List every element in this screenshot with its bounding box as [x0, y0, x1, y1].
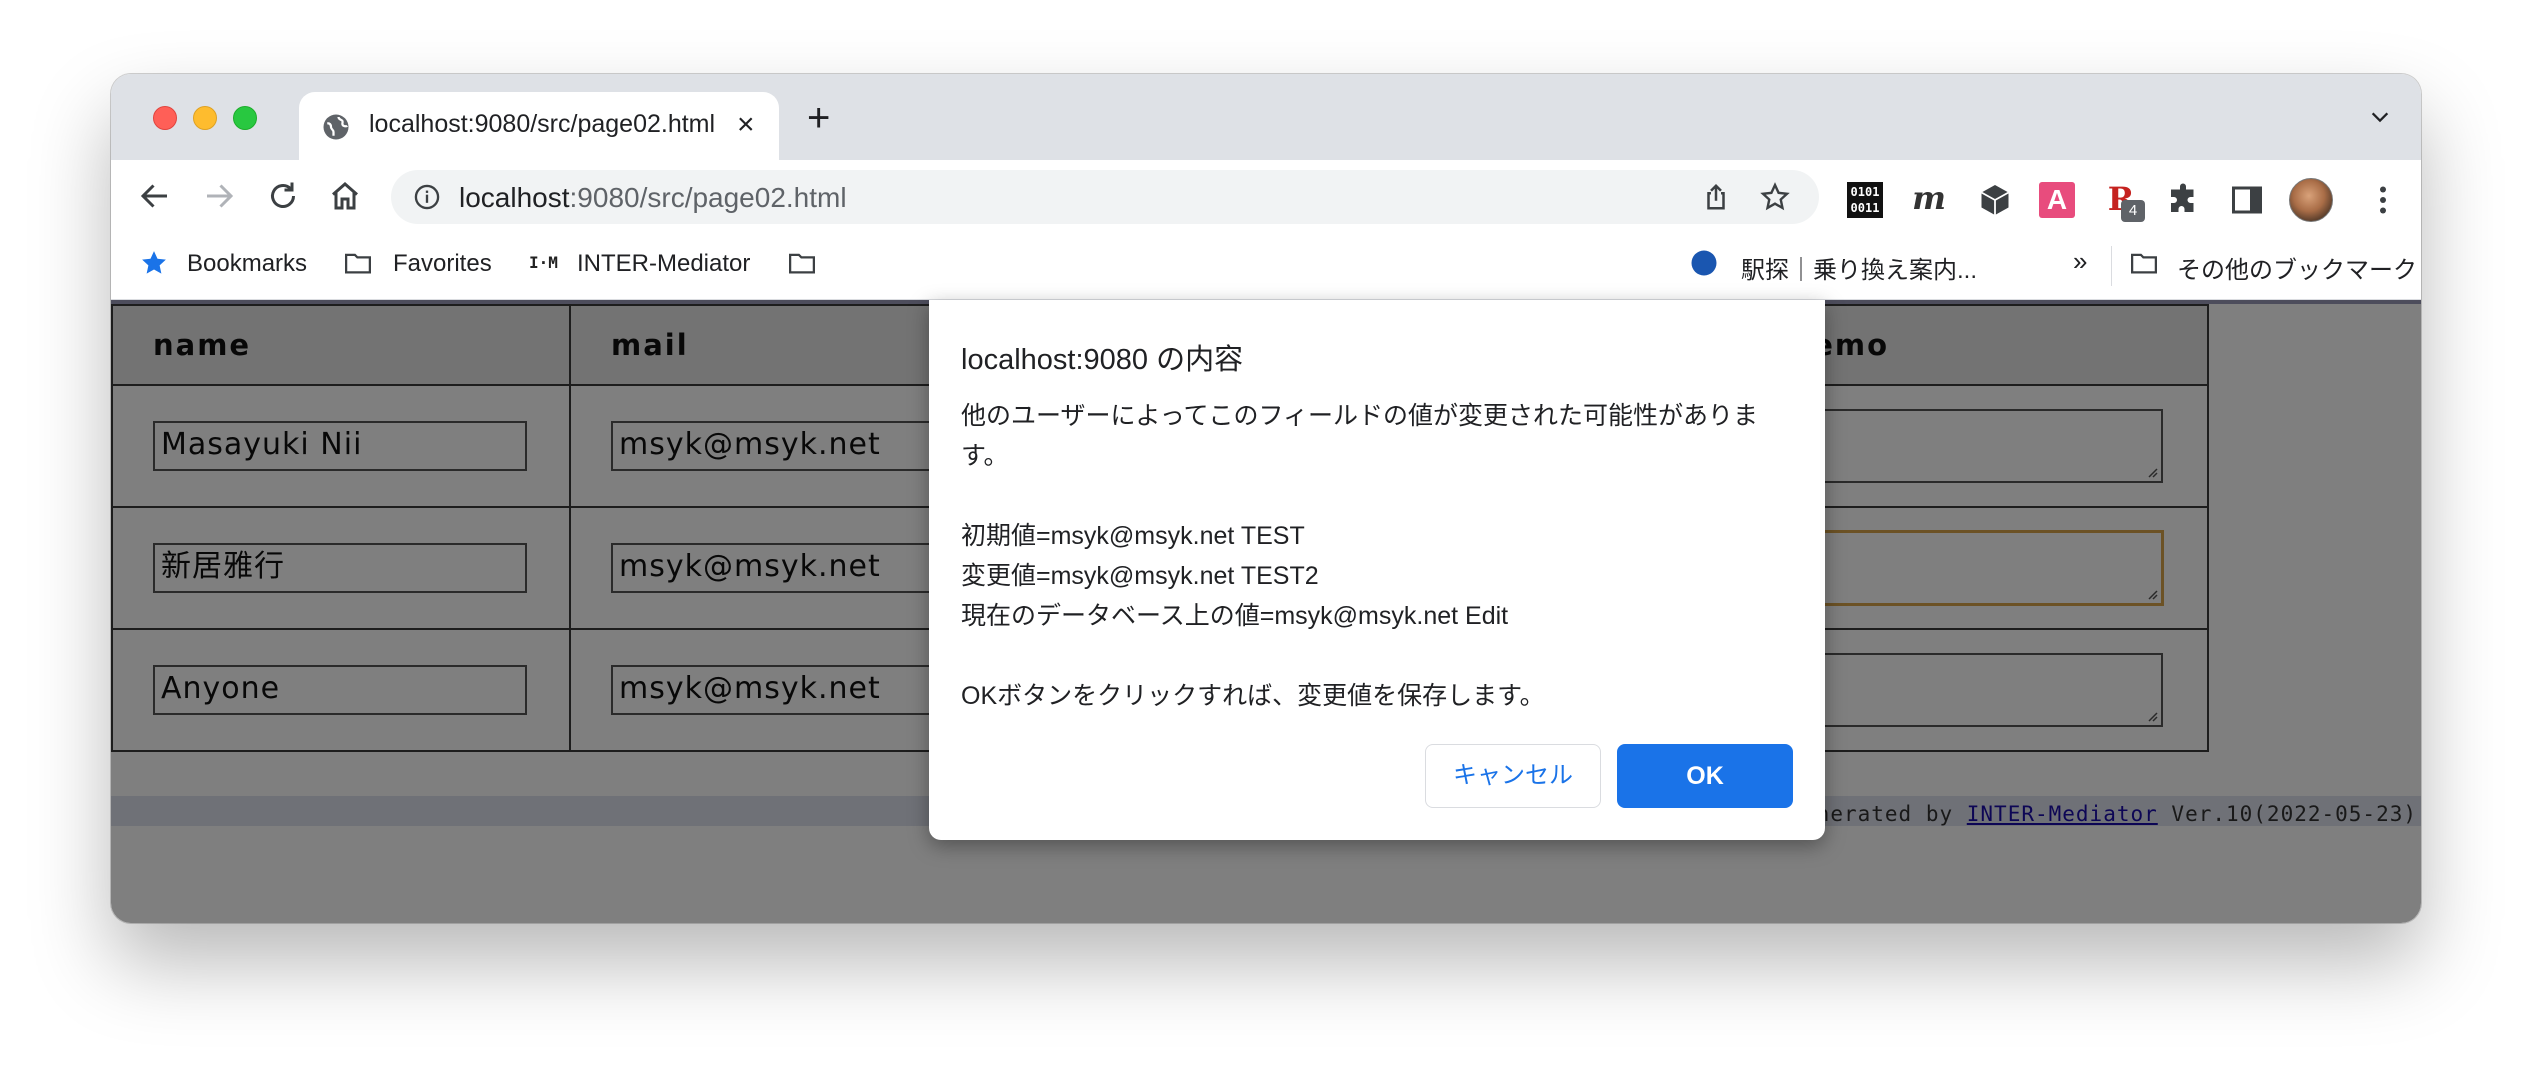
maximize-window-button[interactable]: [233, 106, 257, 130]
bookmark-star-icon[interactable]: [1759, 181, 1791, 213]
dialog-message-line: OKボタンをクリックすれば、変更値を保存します。: [961, 682, 1545, 710]
forward-arrow-icon[interactable]: [201, 178, 237, 214]
bookmarks-overflow-button[interactable]: »: [2073, 246, 2087, 277]
bookmark-item-ekitan[interactable]: 駅探｜乗り換え案内...: [1741, 250, 1977, 285]
bookmark-item-inter-mediator[interactable]: INTER-Mediator: [577, 250, 750, 278]
tab-search-chevron-icon[interactable]: [2369, 106, 2391, 128]
close-window-button[interactable]: [153, 106, 177, 130]
site-info-icon[interactable]: [413, 183, 441, 211]
tab-close-icon[interactable]: ×: [737, 108, 755, 142]
browser-tab[interactable]: localhost:9080/src/page02.html ×: [299, 92, 779, 160]
tab-title: localhost:9080/src/page02.html: [369, 110, 716, 138]
url-text: localhost:9080/src/page02.html: [459, 182, 847, 213]
new-tab-button[interactable]: +: [807, 96, 830, 141]
bookmark-item-favorites[interactable]: Favorites: [393, 250, 492, 278]
dialog-title: localhost:9080 の内容: [961, 344, 1244, 376]
share-icon[interactable]: [1701, 182, 1731, 212]
inter-mediator-logo-icon: I·M: [529, 253, 558, 272]
browser-window: localhost:9080/src/page02.html × + local…: [111, 74, 2421, 923]
a-extension-icon[interactable]: A: [2039, 182, 2075, 218]
extensions-puzzle-icon[interactable]: [2165, 182, 2201, 218]
dialog-message-line: 現在のデータベース上の値=msyk@msyk.net Edit: [961, 602, 1509, 630]
ekitan-icon: [1691, 250, 1717, 276]
bookmark-item-bookmarks[interactable]: Bookmarks: [187, 250, 307, 278]
folder-icon: [789, 253, 815, 274]
confirm-dialog: localhost:9080 の内容 他のユーザーによってこのフィールドの値が変…: [929, 300, 1825, 840]
minimize-window-button[interactable]: [193, 106, 217, 130]
address-bar[interactable]: localhost:9080/src/page02.html: [391, 170, 1819, 224]
more-menu-icon[interactable]: [2365, 182, 2401, 218]
profile-avatar[interactable]: [2289, 178, 2333, 222]
cancel-button[interactable]: キャンセル: [1425, 744, 1601, 808]
cube-extension-icon[interactable]: [1977, 182, 2013, 218]
star-icon: [142, 251, 166, 274]
folder-icon: [345, 253, 371, 274]
folder-icon: [2131, 253, 2157, 274]
bookmarks-bar: Bookmarks Favorites I·M INTER-Mediator 駅…: [111, 232, 2421, 300]
bookmarks-separator: [2111, 246, 2112, 286]
dialog-message: 他のユーザーによってこのフィールドの値が変更された可能性があります。 初期値=m…: [961, 396, 1801, 716]
reload-icon[interactable]: [265, 178, 301, 214]
side-panel-icon[interactable]: [2229, 182, 2265, 218]
tab-strip: localhost:9080/src/page02.html × +: [111, 74, 2421, 160]
extension-badge: 4: [2121, 200, 2145, 222]
dialog-message-line: 初期値=msyk@msyk.net TEST: [961, 522, 1305, 550]
dialog-message-line: 他のユーザーによってこのフィールドの値が変更された可能性があります。: [961, 402, 1759, 470]
r-extension-icon[interactable]: R4: [2103, 182, 2145, 222]
home-icon[interactable]: [327, 178, 363, 214]
m-extension-icon[interactable]: m: [1911, 182, 1947, 218]
back-arrow-icon[interactable]: [137, 178, 173, 214]
bookmark-item-other[interactable]: その他のブックマーク: [2177, 250, 2417, 285]
dialog-message-line: 変更値=msyk@msyk.net TEST2: [961, 562, 1319, 590]
ok-button[interactable]: OK: [1617, 744, 1793, 808]
binary-extension-icon[interactable]: 0101 0011: [1847, 182, 1883, 218]
globe-icon: [323, 114, 349, 140]
browser-toolbar: localhost:9080/src/page02.html 0101 0011 …: [111, 160, 2421, 232]
